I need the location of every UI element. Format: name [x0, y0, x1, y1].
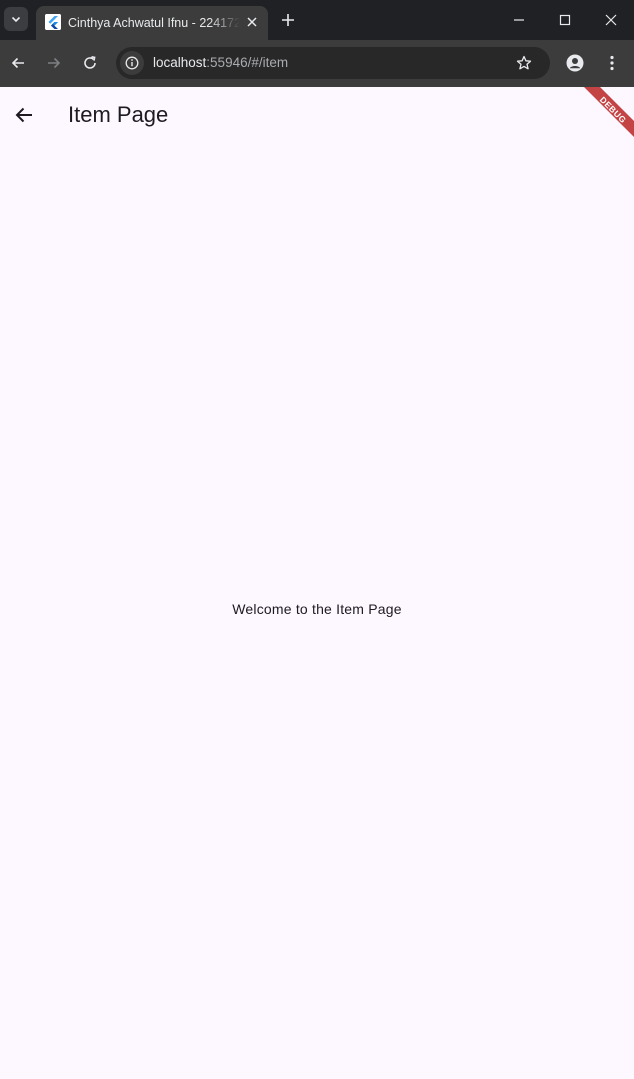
site-info-button[interactable] [120, 51, 144, 75]
arrow-left-icon [11, 57, 24, 69]
tab-title: Cinthya Achwatul Ifnu - 2241720 [68, 16, 240, 30]
vertical-dots-icon [610, 55, 614, 71]
url-path: :55946/#/item [206, 55, 289, 70]
welcome-text: Welcome to the Item Page [232, 601, 402, 617]
browser-tabstrip: Cinthya Achwatul Ifnu - 2241720 [0, 0, 634, 40]
app-bar: Item Page [0, 87, 634, 143]
info-icon [125, 56, 139, 70]
browser-toolbar: localhost:55946/#/item [0, 40, 634, 87]
profile-button[interactable] [564, 52, 586, 74]
tab-search-button[interactable] [4, 7, 28, 31]
bookmark-button[interactable] [514, 53, 534, 73]
chevron-down-icon [11, 16, 21, 23]
minimize-button[interactable] [496, 0, 542, 40]
back-button[interactable] [6, 51, 30, 75]
arrow-right-icon [48, 57, 61, 69]
reload-button[interactable] [78, 51, 102, 75]
person-icon [566, 54, 584, 72]
minimize-icon [514, 19, 524, 21]
address-bar[interactable]: localhost:55946/#/item [116, 47, 550, 79]
browser-tab-active[interactable]: Cinthya Achwatul Ifnu - 2241720 [36, 6, 268, 40]
url-host: localhost [153, 55, 207, 70]
arrow-left-icon [15, 107, 32, 123]
new-tab-button[interactable] [278, 10, 298, 30]
tab-close-button[interactable] [242, 12, 262, 32]
close-window-button[interactable] [588, 0, 634, 40]
page-title: Item Page [68, 102, 169, 127]
url-text: localhost:55946/#/item [153, 54, 288, 72]
plus-icon [282, 14, 294, 26]
app-back-button[interactable] [8, 99, 40, 131]
star-outline-icon [516, 55, 532, 70]
forward-button[interactable] [42, 51, 66, 75]
app-page: Item Page Welcome to the Item Page DEBUG [0, 87, 634, 1079]
reload-icon [84, 56, 96, 69]
browser-menu-button[interactable] [601, 52, 623, 74]
maximize-icon [559, 14, 571, 26]
maximize-button[interactable] [542, 0, 588, 40]
close-icon [605, 14, 617, 26]
flutter-logo-icon [45, 14, 61, 30]
close-icon [247, 17, 257, 27]
